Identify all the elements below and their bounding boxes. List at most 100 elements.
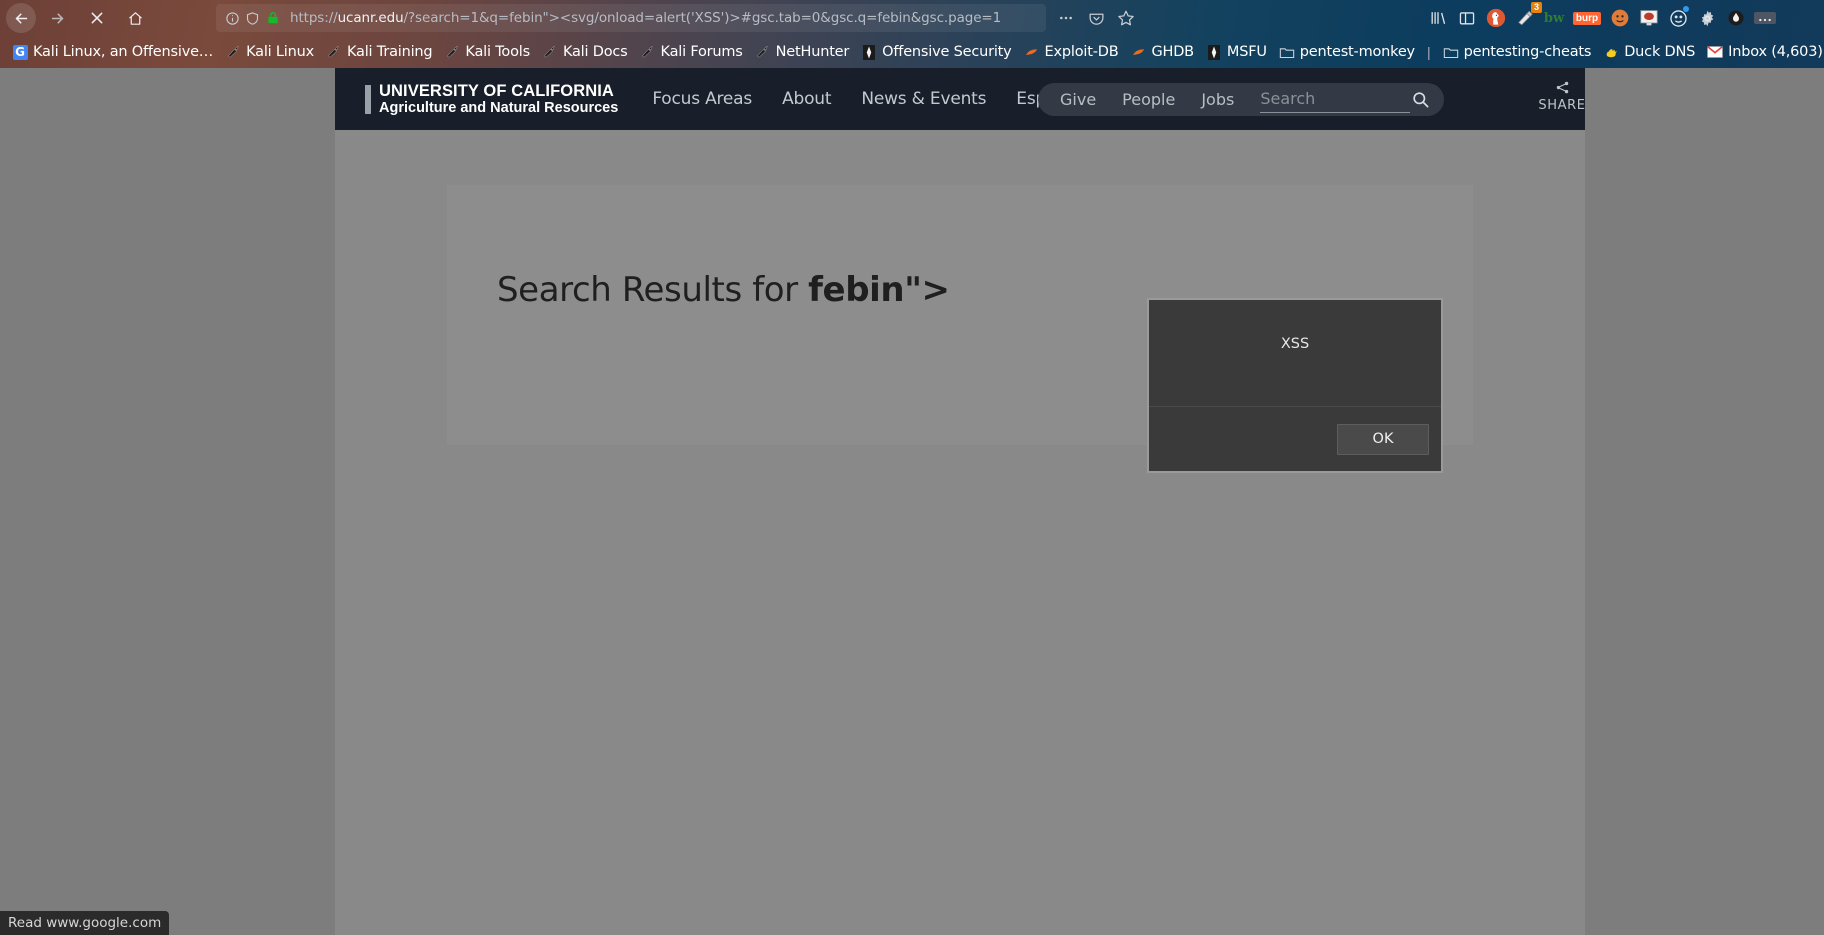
back-button[interactable] xyxy=(6,3,36,33)
home-button[interactable] xyxy=(118,3,152,33)
bookmark-label: GHDB xyxy=(1151,44,1194,60)
bookmark-label: Offensive Security xyxy=(882,44,1012,60)
main-navigation: Focus Areas About News & Events Español xyxy=(652,89,1081,109)
folder-icon xyxy=(1279,44,1295,60)
address-bar[interactable]: https://ucanr.edu/?search=1&q=febin"><sv… xyxy=(216,4,1046,32)
hackbar-icon[interactable]: 3 xyxy=(1512,2,1542,31)
url-text: https://ucanr.edu/?search=1&q=febin"><sv… xyxy=(290,10,1002,26)
nav-item-about[interactable]: About xyxy=(782,89,831,109)
status-bar: Read www.google.com xyxy=(0,911,170,935)
bookmark-label: pentest-monkey xyxy=(1299,44,1415,60)
stop-loading-button[interactable] xyxy=(80,3,114,33)
library-icon[interactable] xyxy=(1425,5,1451,31)
pocket-icon[interactable] xyxy=(1082,4,1110,32)
bookmark-item[interactable]: Inbox (4,603) - febinrev… xyxy=(1701,39,1824,65)
screenshot-icon[interactable] xyxy=(1636,5,1662,31)
kali-dragon-icon xyxy=(326,44,342,60)
bookmark-label: Kali Linux xyxy=(246,44,314,60)
exploitdb-icon xyxy=(1024,44,1040,60)
bookmark-label: Kali Forums xyxy=(660,44,743,60)
bookmark-item[interactable]: Kali Training xyxy=(320,39,438,65)
alert-body: XSS xyxy=(1149,300,1441,407)
page-title: Search Results for febin"> xyxy=(497,269,950,310)
extension-toolbar: 3 bw burp xyxy=(1425,2,1778,33)
google-favicon: G xyxy=(12,44,28,60)
arrow-right-icon xyxy=(51,12,63,24)
firebug-icon[interactable] xyxy=(1723,5,1749,31)
bookmark-item[interactable]: Exploit-DB xyxy=(1018,39,1125,65)
bitwarden-icon[interactable]: bw xyxy=(1541,5,1567,31)
bookmark-item[interactable]: pentesting-cheats xyxy=(1437,39,1598,65)
padlock-icon[interactable] xyxy=(264,10,281,27)
share-button[interactable]: SHARE xyxy=(1525,80,1599,113)
bookmark-label: Exploit-DB xyxy=(1044,44,1119,60)
bookmark-label: NetHunter xyxy=(775,44,850,60)
bookmark-star-icon[interactable] xyxy=(1112,4,1140,32)
browser-chrome: https://ucanr.edu/?search=1&q=febin"><sv… xyxy=(0,0,1824,68)
bookmark-label: Kali Tools xyxy=(465,44,530,60)
app-menu-icon[interactable] xyxy=(1752,5,1778,31)
bookmark-label: Inbox (4,603) - febinrev… xyxy=(1728,44,1824,60)
kali-dragon-icon xyxy=(542,44,558,60)
shield-icon[interactable] xyxy=(244,10,261,27)
duckduckgo-icon[interactable] xyxy=(1483,5,1509,31)
bookmarks-toolbar: G Kali Linux, an Offensive… Kali Linux Kali… xyxy=(0,36,1824,68)
home-icon xyxy=(128,11,142,25)
bookmark-item[interactable]: Kali Docs xyxy=(536,39,634,65)
nav-item-news-and-events[interactable]: News & Events xyxy=(861,89,986,109)
logo-bar-mark xyxy=(365,84,371,114)
bookmark-label: Duck DNS xyxy=(1624,44,1696,60)
kali-dragon-icon xyxy=(640,44,656,60)
page-canvas: UNIVERSITY OF CALIFORNIA Agriculture and… xyxy=(335,68,1585,935)
bookmark-item[interactable]: NetHunter xyxy=(749,39,856,65)
arrow-left-icon xyxy=(15,12,27,24)
duck-icon xyxy=(1603,44,1619,60)
bookmark-label: Kali Docs xyxy=(562,44,628,60)
kali-dragon-icon xyxy=(755,44,771,60)
nav-item-focus-areas[interactable]: Focus Areas xyxy=(652,89,752,109)
util-item-people[interactable]: People xyxy=(1122,90,1175,109)
page-viewport: UNIVERSITY OF CALIFORNIA Agriculture and… xyxy=(0,68,1824,935)
share-nodes-icon xyxy=(1556,81,1568,94)
logo-line-1: UNIVERSITY OF CALIFORNIA xyxy=(379,81,614,100)
alert-message: XSS xyxy=(1280,336,1310,352)
bookmark-item[interactable]: Duck DNS xyxy=(1597,39,1701,65)
logo-line-2: Agriculture and Natural Resources xyxy=(379,99,619,116)
util-item-jobs[interactable]: Jobs xyxy=(1201,90,1234,109)
info-circle-icon[interactable] xyxy=(224,10,241,27)
bookmark-separator: | xyxy=(1426,44,1431,60)
bookmark-label: MSFU xyxy=(1226,44,1267,60)
bookmark-item[interactable]: Offensive Security xyxy=(855,39,1017,65)
foxyproxy-icon[interactable] xyxy=(1607,5,1633,31)
share-label: SHARE xyxy=(1538,98,1586,113)
bookmark-item[interactable]: Kali Linux xyxy=(219,39,320,65)
user-agent-switcher-icon[interactable] xyxy=(1665,5,1691,31)
javascript-alert-dialog: XSS OK xyxy=(1147,298,1443,473)
bookmark-item[interactable]: GHDB xyxy=(1124,39,1199,65)
alert-footer: OK xyxy=(1149,407,1441,471)
forward-button[interactable] xyxy=(40,3,74,33)
folder-icon xyxy=(1443,44,1459,60)
search-magnifier-icon[interactable] xyxy=(1411,90,1430,109)
settings-gear-icon[interactable] xyxy=(1694,5,1720,31)
bookmark-label: pentesting-cheats xyxy=(1463,44,1592,60)
notification-dot xyxy=(1683,6,1689,12)
bookmark-item[interactable]: MSFU xyxy=(1200,39,1273,65)
sidebar-icon[interactable] xyxy=(1454,5,1480,31)
page-actions-ellipsis-icon[interactable] xyxy=(1052,4,1080,32)
util-item-give[interactable]: Give xyxy=(1060,90,1096,109)
kali-dragon-icon xyxy=(225,44,241,60)
gmail-icon xyxy=(1707,44,1724,60)
offsec-icon xyxy=(861,44,877,60)
alert-ok-button[interactable]: OK xyxy=(1337,423,1429,455)
bookmark-item[interactable]: pentest-monkey xyxy=(1273,39,1421,65)
bookmark-item[interactable]: Kali Forums xyxy=(634,39,749,65)
search-input[interactable] xyxy=(1260,86,1411,113)
utility-nav: Give People Jobs xyxy=(1038,83,1445,116)
kali-dragon-icon xyxy=(444,44,460,60)
burp-suite-icon[interactable]: burp xyxy=(1570,5,1604,31)
bookmark-item[interactable]: G Kali Linux, an Offensive… xyxy=(6,39,219,65)
site-logo[interactable]: UNIVERSITY OF CALIFORNIA Agriculture and… xyxy=(365,81,619,116)
urlbar-action-buttons xyxy=(1052,4,1140,32)
bookmark-item[interactable]: Kali Tools xyxy=(438,39,536,65)
